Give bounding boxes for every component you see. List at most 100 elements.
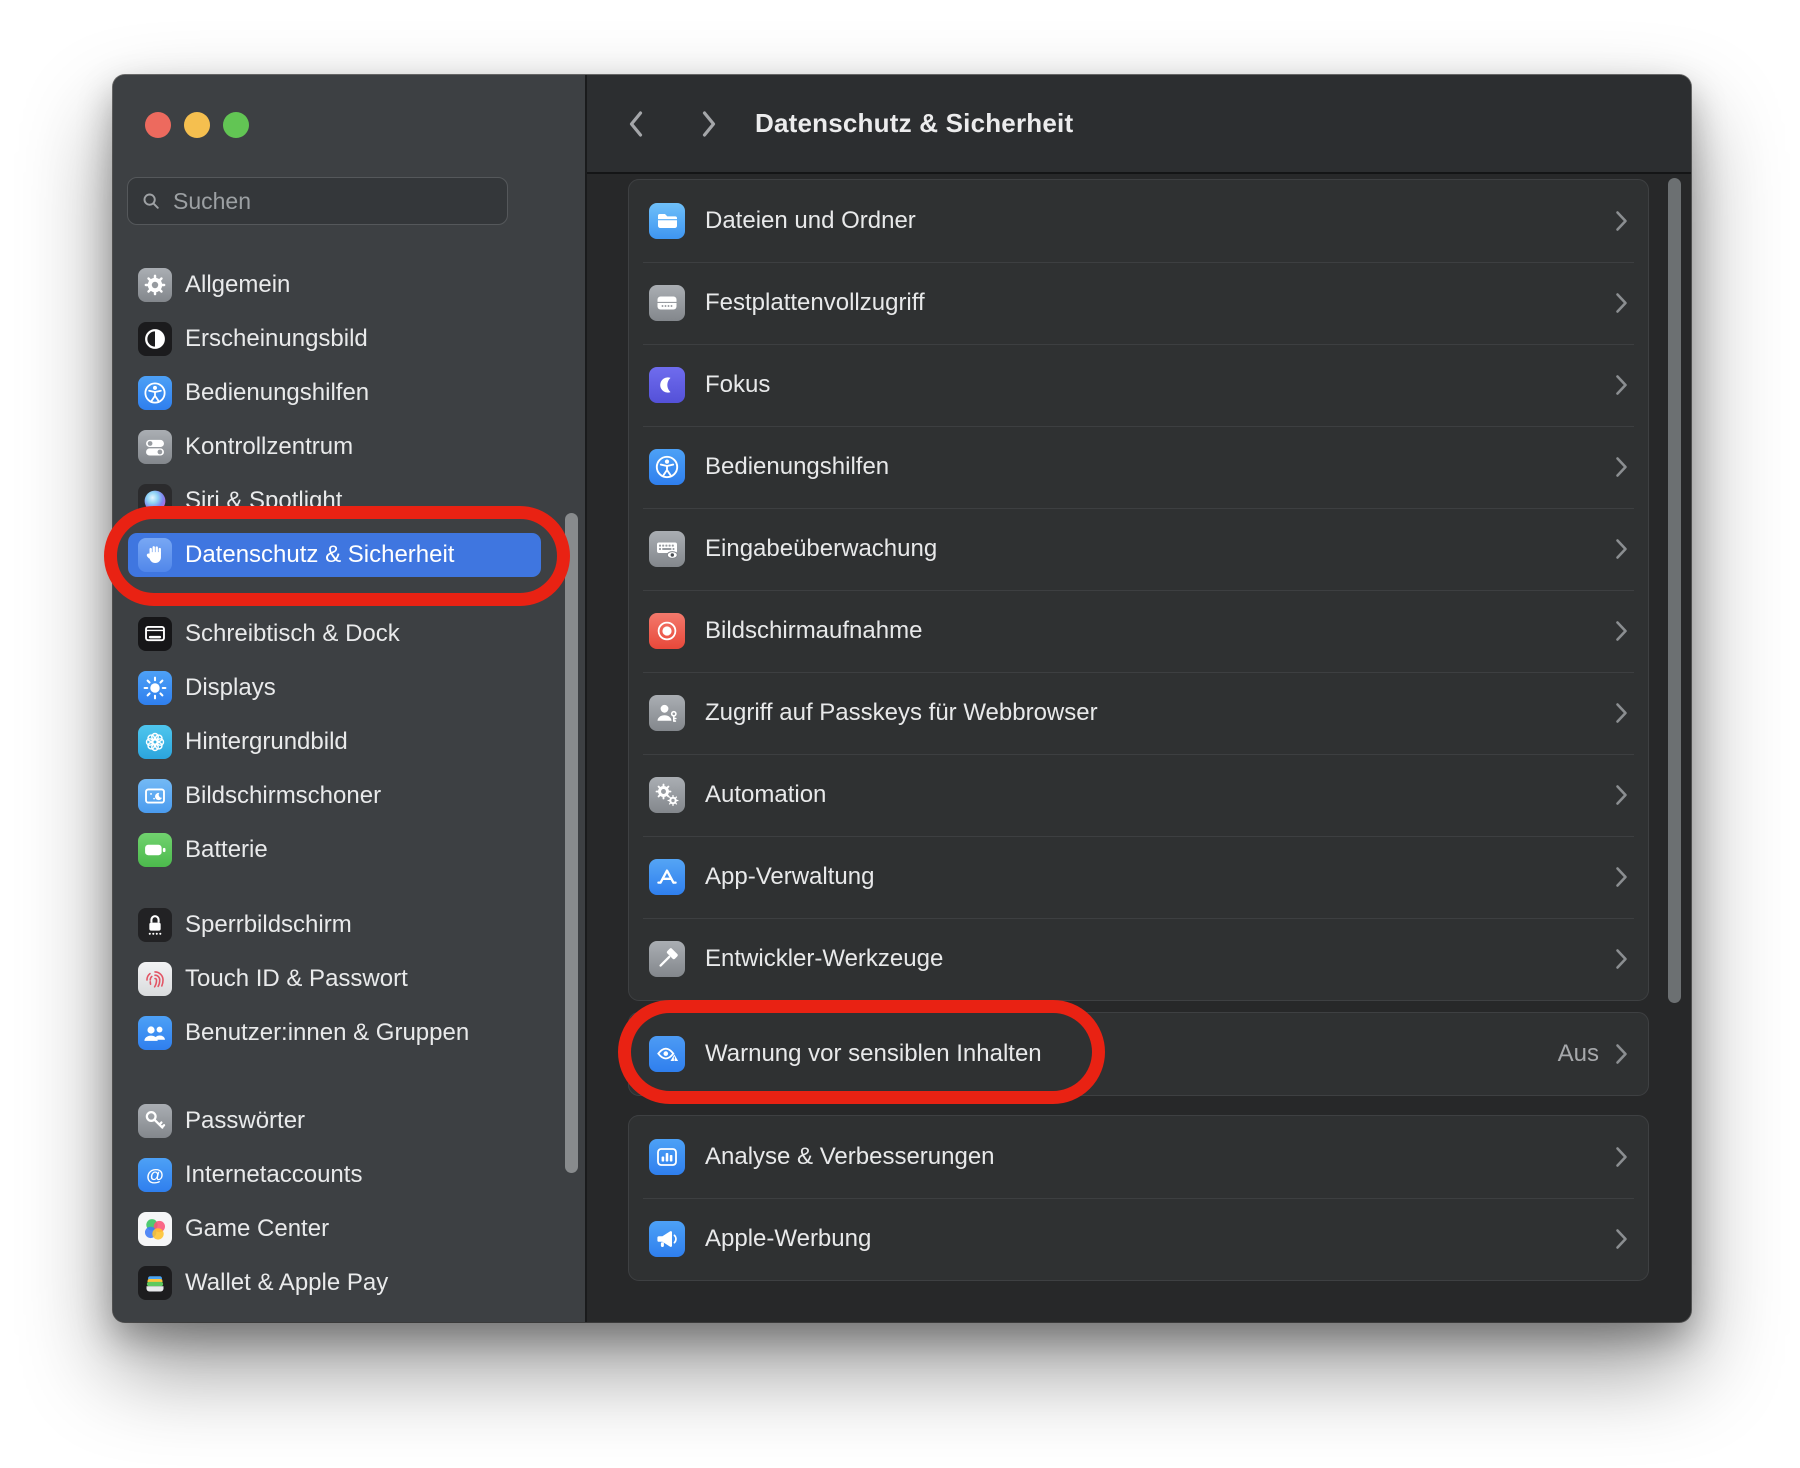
chevron-right-icon bbox=[1615, 866, 1628, 888]
sidebar-item-label: Sperrbildschirm bbox=[185, 911, 352, 939]
sidebar-item-bedienungshilfen[interactable]: Bedienungshilfen bbox=[128, 371, 541, 415]
sidebar-item-game-center[interactable]: Game Center bbox=[128, 1207, 541, 1251]
sidebar: Allgemein Erscheinungsbild Bedienungshilfe… bbox=[113, 75, 587, 1322]
disk-icon bbox=[649, 285, 685, 321]
sidebar-item-label: Displays bbox=[185, 674, 276, 702]
at-icon: @ bbox=[138, 1158, 172, 1192]
row-label: Analyse & Verbesserungen bbox=[705, 1143, 995, 1171]
gears-icon bbox=[649, 777, 685, 813]
row-label: Zugriff auf Passkeys für Webbrowser bbox=[705, 699, 1098, 727]
row-label: Festplattenvollzugriff bbox=[705, 289, 925, 317]
system-settings-window: Allgemein Erscheinungsbild Bedienungshilfe… bbox=[113, 75, 1691, 1322]
chevron-right-icon bbox=[698, 107, 720, 141]
row-label: Bildschirmaufnahme bbox=[705, 617, 922, 645]
hand-icon bbox=[138, 538, 172, 572]
sidebar-item-label: Game Center bbox=[185, 1215, 329, 1243]
row-value: Aus bbox=[1558, 1040, 1599, 1068]
folder-icon bbox=[649, 203, 685, 239]
sidebar-item-label: Hintergrundbild bbox=[185, 728, 348, 756]
chevron-right-icon bbox=[1615, 948, 1628, 970]
row-label: Dateien und Ordner bbox=[705, 207, 916, 235]
sidebar-item-erscheinungsbild[interactable]: Erscheinungsbild bbox=[128, 317, 541, 361]
sidebar-item-touch-id-passwort[interactable]: Touch ID & Passwort bbox=[128, 957, 541, 1001]
chevron-right-icon bbox=[1615, 1146, 1628, 1168]
sidebar-item-label: Passwörter bbox=[185, 1107, 305, 1135]
sidebar-item-hintergrundbild[interactable]: Hintergrundbild bbox=[128, 720, 541, 764]
row-label: Eingabeüberwachung bbox=[705, 535, 937, 563]
settings-group-card: Warnung vor sensiblen Inhalten Aus bbox=[628, 1012, 1649, 1096]
row-warnung-vor-sensiblen-inhalten[interactable]: Warnung vor sensiblen Inhalten Aus bbox=[629, 1013, 1648, 1095]
svg-text:@: @ bbox=[146, 1165, 164, 1185]
row-fokus[interactable]: Fokus bbox=[629, 344, 1648, 426]
chevron-left-icon bbox=[625, 107, 647, 141]
sidebar-item-bildschirmschoner[interactable]: Bildschirmschoner bbox=[128, 774, 541, 818]
sidebar-item-wallet-apple-pay[interactable]: Wallet & Apple Pay bbox=[128, 1261, 541, 1305]
page-title: Datenschutz & Sicherheit bbox=[755, 75, 1073, 172]
flower-icon bbox=[138, 725, 172, 759]
chevron-right-icon bbox=[1615, 292, 1628, 314]
search-icon bbox=[140, 190, 162, 212]
row-label: Apple-Werbung bbox=[705, 1225, 871, 1253]
close-button[interactable] bbox=[145, 112, 171, 138]
row-analyse-verbesserungen[interactable]: Analyse & Verbesserungen bbox=[629, 1116, 1648, 1198]
sidebar-item-label: Datenschutz & Sicherheit bbox=[185, 541, 454, 569]
sidebar-group-gap bbox=[128, 1065, 541, 1099]
settings-content: Dateien und Ordner Festplattenvollzugriff… bbox=[587, 75, 1691, 1322]
sidebar-item-schreibtisch-dock[interactable]: Schreibtisch & Dock bbox=[128, 612, 541, 656]
sidebar-item-batterie[interactable]: Batterie bbox=[128, 828, 541, 872]
main-scrollbar[interactable] bbox=[1668, 178, 1681, 1003]
row-zugriff-auf-passkeys-fuer-webbrowser[interactable]: Zugriff auf Passkeys für Webbrowser bbox=[629, 672, 1648, 754]
sidebar-item-label: Bedienungshilfen bbox=[185, 379, 369, 407]
sidebar-item-label: Internetaccounts bbox=[185, 1161, 362, 1189]
sidebar-item-passwoerter[interactable]: Passwörter bbox=[128, 1099, 541, 1143]
row-festplattenvollzugriff[interactable]: Festplattenvollzugriff bbox=[629, 262, 1648, 344]
row-automation[interactable]: Automation bbox=[629, 754, 1648, 836]
header-bar: Datenschutz & Sicherheit bbox=[587, 75, 1691, 174]
zoom-button[interactable] bbox=[223, 112, 249, 138]
sun-icon bbox=[138, 671, 172, 705]
chevron-right-icon bbox=[1615, 1228, 1628, 1250]
chevron-right-icon bbox=[1615, 210, 1628, 232]
sidebar-scrollbar[interactable] bbox=[565, 513, 578, 1173]
sidebar-item-label: Batterie bbox=[185, 836, 268, 864]
search-field[interactable] bbox=[127, 177, 508, 225]
settings-group-card: Dateien und Ordner Festplattenvollzugriff… bbox=[628, 179, 1649, 1001]
sidebar-item-displays[interactable]: Displays bbox=[128, 666, 541, 710]
sidebar-item-datenschutz-sicherheit[interactable]: Datenschutz & Sicherheit bbox=[128, 533, 541, 577]
sidebar-group-gap bbox=[128, 587, 541, 612]
minimize-button[interactable] bbox=[184, 112, 210, 138]
settings-group-card: Analyse & Verbesserungen Apple-Werbung bbox=[628, 1115, 1649, 1281]
chevron-right-icon bbox=[1615, 620, 1628, 642]
search-input[interactable] bbox=[171, 187, 495, 216]
sidebar-item-label: Siri & Spotlight bbox=[185, 487, 342, 515]
users-icon bbox=[138, 1016, 172, 1050]
sidebar-item-sperrbildschirm[interactable]: Sperrbildschirm bbox=[128, 903, 541, 947]
row-app-verwaltung[interactable]: App-Verwaltung bbox=[629, 836, 1648, 918]
sidebar-item-label: Allgemein bbox=[185, 271, 290, 299]
sidebar-item-kontrollzentrum[interactable]: Kontrollzentrum bbox=[128, 425, 541, 469]
row-apple-werbung[interactable]: Apple-Werbung bbox=[629, 1198, 1648, 1280]
row-label: Automation bbox=[705, 781, 826, 809]
sidebar-item-siri-spotlight[interactable]: Siri & Spotlight bbox=[128, 479, 541, 523]
row-bildschirmaufnahme[interactable]: Bildschirmaufnahme bbox=[629, 590, 1648, 672]
back-button[interactable] bbox=[623, 106, 649, 142]
record-icon bbox=[649, 613, 685, 649]
sidebar-item-benutzer-innen-gruppen[interactable]: Benutzer:innen & Gruppen bbox=[128, 1011, 541, 1055]
forward-button[interactable] bbox=[696, 106, 722, 142]
key-icon bbox=[138, 1104, 172, 1138]
sidebar-item-label: Wallet & Apple Pay bbox=[185, 1269, 388, 1297]
row-eingabeueberwachung[interactable]: Eingabeüberwachung bbox=[629, 508, 1648, 590]
sidebar-item-label: Bildschirmschoner bbox=[185, 782, 381, 810]
row-bedienungshilfen[interactable]: Bedienungshilfen bbox=[629, 426, 1648, 508]
sidebar-item-label: Erscheinungsbild bbox=[185, 325, 368, 353]
row-label: Bedienungshilfen bbox=[705, 453, 889, 481]
sidebar-item-internetaccounts[interactable]: @ Internetaccounts bbox=[128, 1153, 541, 1197]
row-dateien-und-ordner[interactable]: Dateien und Ordner bbox=[629, 180, 1648, 262]
chevron-right-icon bbox=[1615, 538, 1628, 560]
row-entwickler-werkzeuge[interactable]: Entwickler-Werkzeuge bbox=[629, 918, 1648, 1000]
row-label: Warnung vor sensiblen Inhalten bbox=[705, 1040, 1042, 1068]
row-label: Entwickler-Werkzeuge bbox=[705, 945, 943, 973]
main-panel: Dateien und Ordner Festplattenvollzugriff… bbox=[587, 75, 1691, 1322]
sidebar-item-allgemein[interactable]: Allgemein bbox=[128, 263, 541, 307]
accessibility-icon bbox=[138, 376, 172, 410]
